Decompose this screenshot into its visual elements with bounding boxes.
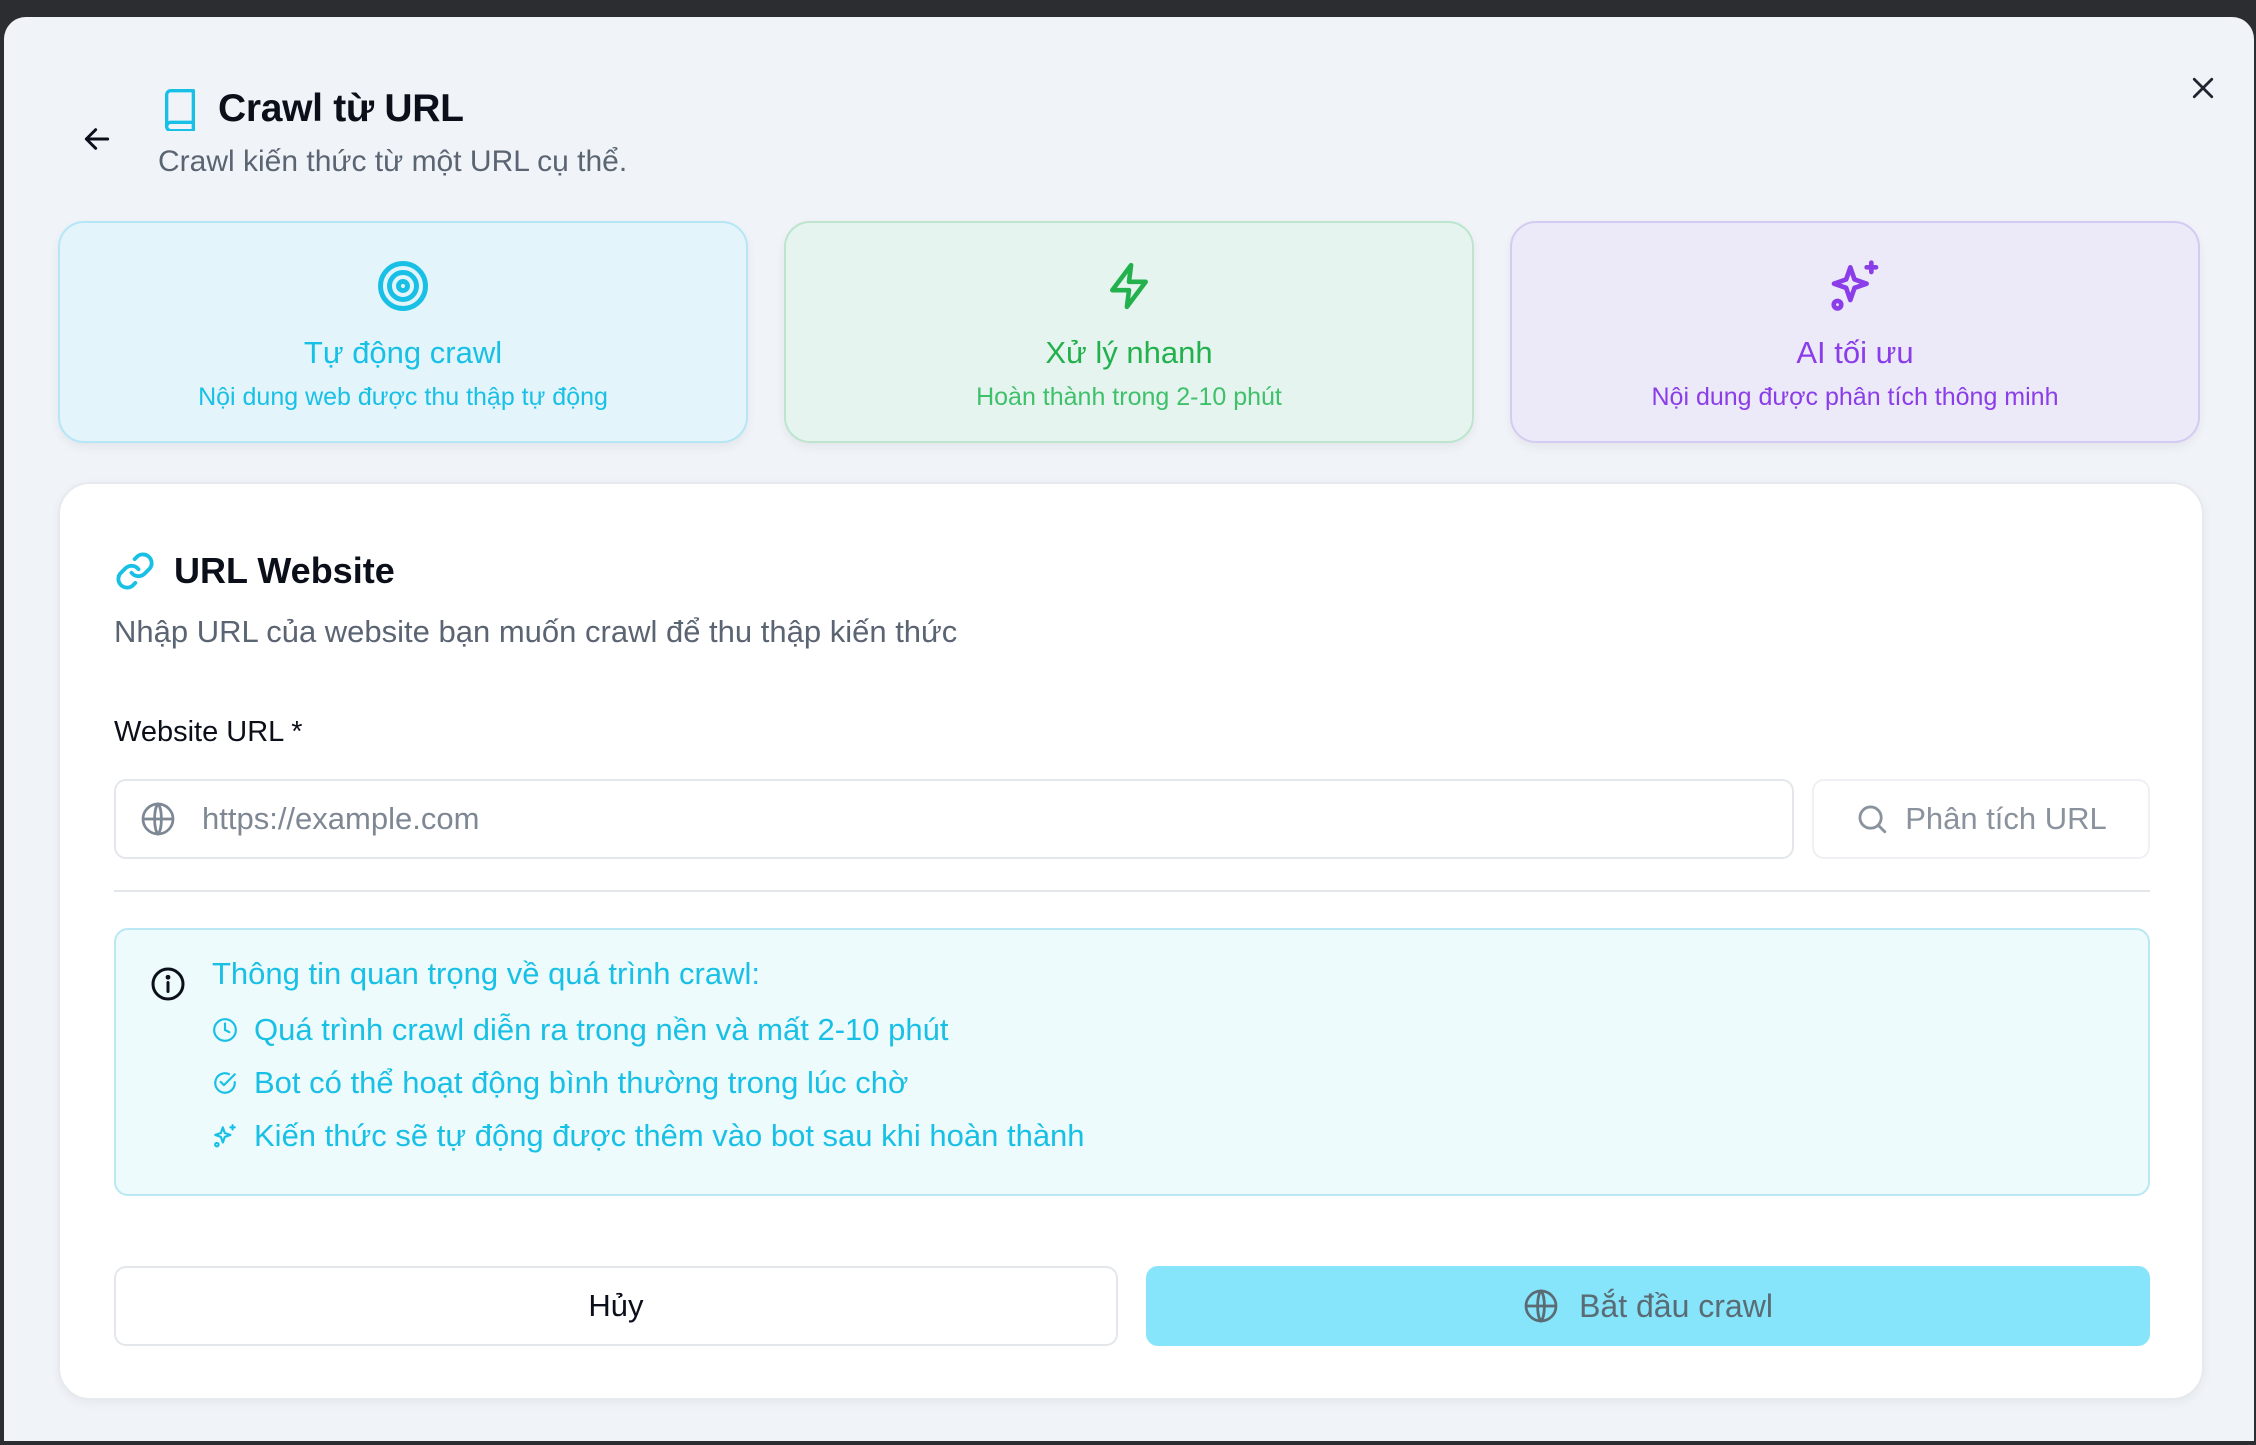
info-item: Bot có thể hoạt động bình thường trong l… bbox=[212, 1065, 908, 1101]
cancel-button[interactable]: Hủy bbox=[114, 1266, 1118, 1346]
analyze-url-label: Phân tích URL bbox=[1905, 801, 2107, 836]
search-icon bbox=[1858, 805, 1887, 834]
feature-description: Nội dung web được thu thập tự động bbox=[198, 383, 608, 411]
modal-header: Crawl từ URL bbox=[160, 87, 464, 131]
info-title: Thông tin quan trọng về quá trình crawl: bbox=[212, 956, 760, 991]
website-url-label: Website URL * bbox=[114, 716, 303, 748]
feature-card-ai-optimized: AI tối ưu Nội dung được phân tích thông … bbox=[1510, 221, 2200, 443]
info-item-text: Quá trình crawl diễn ra trong nền và mất… bbox=[254, 1012, 949, 1047]
arrow-left-icon bbox=[84, 128, 110, 150]
close-icon bbox=[2192, 77, 2214, 99]
info-item: Quá trình crawl diễn ra trong nền và mất… bbox=[212, 1012, 948, 1048]
crawl-url-modal: Crawl từ URL Crawl kiến thức từ một URL … bbox=[4, 17, 2254, 1441]
start-crawl-button[interactable]: Bắt đầu crawl bbox=[1146, 1266, 2150, 1346]
sparkles-icon bbox=[1831, 260, 1879, 311]
url-input-container bbox=[114, 779, 1794, 859]
target-icon bbox=[378, 261, 428, 311]
sparkles-icon bbox=[214, 1124, 236, 1148]
link-icon bbox=[116, 552, 154, 590]
info-item-text: Bot có thể hoạt động bình thường trong l… bbox=[254, 1065, 909, 1100]
card-header: URL Website bbox=[114, 550, 395, 592]
start-crawl-label: Bắt đầu crawl bbox=[1579, 1287, 1773, 1324]
feature-title: Xử lý nhanh bbox=[1045, 335, 1213, 370]
analyze-url-button[interactable]: Phân tích URL bbox=[1812, 779, 2150, 859]
feature-description: Hoàn thành trong 2-10 phút bbox=[976, 383, 1282, 411]
feature-title: Tự động crawl bbox=[303, 335, 503, 370]
page-subtitle: Crawl kiến thức từ một URL cụ thể. bbox=[158, 145, 628, 178]
info-item-text: Kiến thức sẽ tự động được thêm vào bot s… bbox=[254, 1118, 1085, 1153]
book-icon bbox=[165, 88, 195, 131]
url-website-card: URL Website Nhập URL của website bạn muố… bbox=[58, 482, 2204, 1400]
page-title: Crawl từ URL bbox=[218, 87, 464, 130]
close-button[interactable] bbox=[2182, 67, 2224, 109]
info-icon bbox=[151, 967, 185, 1001]
back-button[interactable] bbox=[76, 118, 118, 160]
globe-icon bbox=[141, 802, 175, 836]
info-item: Kiến thức sẽ tự động được thêm vào bot s… bbox=[212, 1118, 1085, 1154]
check-circle-icon bbox=[214, 1072, 236, 1094]
card-description: Nhập URL của website bạn muốn crawl để t… bbox=[114, 614, 958, 649]
website-url-input[interactable] bbox=[202, 781, 1782, 857]
zap-icon bbox=[1110, 262, 1148, 310]
card-title: URL Website bbox=[174, 550, 395, 591]
feature-card-auto-crawl: Tự động crawl Nội dung web được thu thập… bbox=[58, 221, 748, 443]
clock-icon bbox=[213, 1018, 237, 1042]
globe-icon bbox=[1524, 1289, 1558, 1323]
feature-description: Nội dung được phân tích thông minh bbox=[1651, 383, 2059, 411]
feature-title: AI tối ưu bbox=[1796, 335, 1914, 370]
divider bbox=[114, 890, 2150, 892]
info-box: Thông tin quan trọng về quá trình crawl:… bbox=[114, 928, 2150, 1196]
feature-card-fast-processing: Xử lý nhanh Hoàn thành trong 2-10 phút bbox=[784, 221, 1474, 443]
